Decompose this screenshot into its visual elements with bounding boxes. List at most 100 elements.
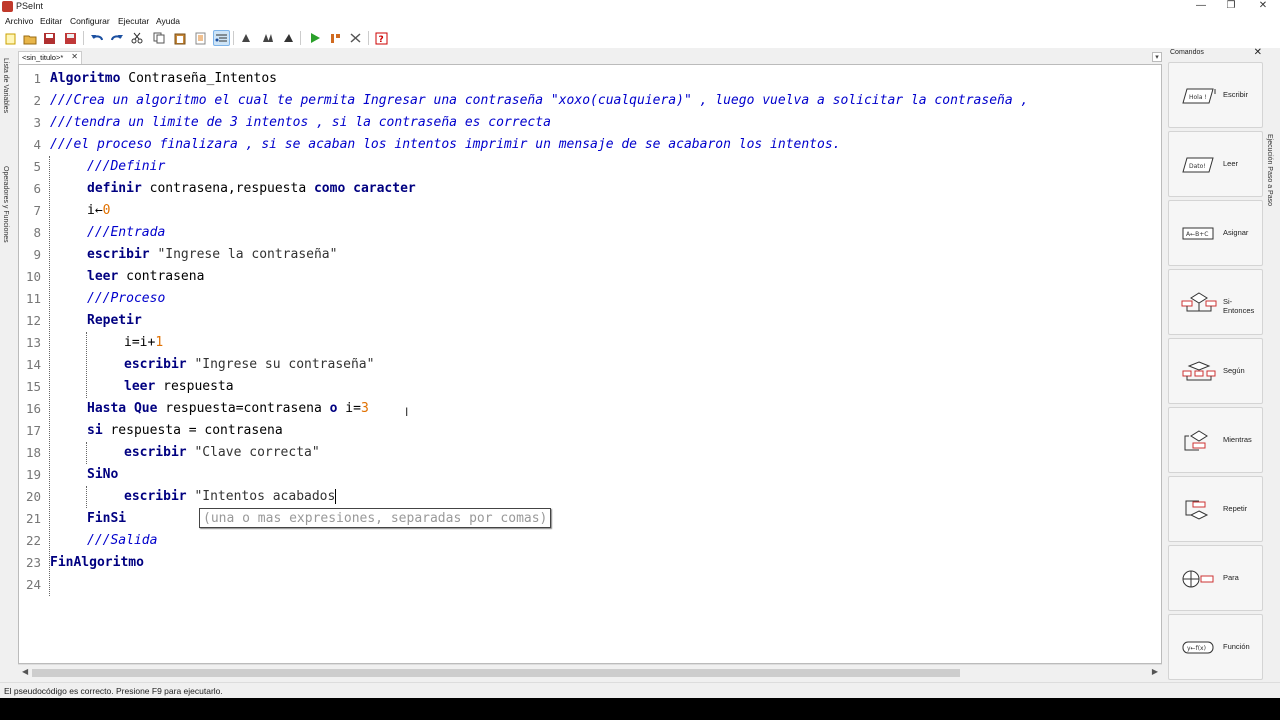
scroll-right-icon[interactable]: ▶	[1152, 667, 1158, 676]
keyword: FinSi	[87, 511, 127, 526]
menu-ayuda[interactable]: Ayuda	[156, 16, 180, 26]
minimize-button[interactable]: —	[1186, 0, 1216, 14]
run-all-icon[interactable]	[280, 30, 297, 46]
line-number: 21	[25, 511, 41, 526]
menu-ejecutar[interactable]: Ejecutar	[118, 16, 149, 26]
svg-text:A←B+C: A←B+C	[1186, 231, 1208, 238]
svg-text:y←f(x): y←f(x)	[1187, 645, 1206, 652]
code-text: i←	[87, 203, 103, 218]
line-number: 4	[33, 137, 41, 152]
commands-panel: Hola ! Escribir Dato! Leer A←B+C Asignar Si-En…	[1168, 60, 1264, 682]
code-line: 24	[19, 574, 1161, 596]
code-text: contrasena,respuesta	[141, 181, 314, 196]
number-literal: 1	[155, 335, 164, 350]
undo-icon[interactable]	[88, 30, 105, 46]
find-icon[interactable]	[192, 30, 209, 46]
string-literal: "Ingrese la contraseña"	[149, 247, 338, 262]
new-file-icon[interactable]	[2, 30, 19, 46]
commands-title: Comandos	[1170, 49, 1204, 56]
code-line: 5 ///Definir	[19, 156, 1161, 178]
side-tab-operators[interactable]: Operadores y Funciones	[2, 166, 9, 243]
horizontal-scrollbar[interactable]: ◀ ▶	[18, 664, 1162, 680]
line-number: 6	[33, 181, 41, 196]
keyword: leer	[87, 269, 119, 284]
window-title: PSeInt	[16, 1, 44, 11]
string-literal: "Intentos acabados	[186, 489, 336, 504]
help-icon[interactable]: ?	[373, 30, 390, 46]
right-side-strip: Ejecución Paso a Paso	[1264, 48, 1280, 697]
menu-configurar[interactable]: Configurar	[70, 16, 110, 26]
command-leer-button[interactable]: Dato! Leer	[1168, 131, 1263, 197]
side-tab-variables[interactable]: Lista de Variables	[2, 58, 9, 113]
code-line: 7 i←0	[19, 200, 1161, 222]
command-repetir-button[interactable]: Repetir	[1168, 476, 1263, 542]
save-icon[interactable]	[41, 30, 58, 46]
side-tab-step-label: Ejecución Paso a Paso	[1266, 134, 1273, 206]
code-line: 13 i=i+1	[19, 332, 1161, 354]
scroll-left-icon[interactable]: ◀	[22, 667, 28, 676]
menu-archivo[interactable]: Archivo	[5, 16, 33, 26]
run-list-icon[interactable]	[259, 30, 276, 46]
number-literal: 3	[360, 401, 369, 416]
close-commands-icon[interactable]: ✕	[1254, 47, 1262, 58]
tab-sin-titulo[interactable]: <sin_titulo>* ✕	[18, 51, 82, 64]
code-text: contrasena	[118, 269, 205, 284]
code-line: 18 escribir "Clave correcta"	[19, 442, 1161, 464]
status-message: El pseudocódigo es correcto. Presione F9…	[4, 686, 223, 696]
line-number: 19	[25, 467, 41, 482]
code-line: 12 Repetir	[19, 310, 1161, 332]
redo-icon[interactable]	[108, 30, 125, 46]
code-line: 1 Algoritmo Contraseña_Intentos	[19, 68, 1161, 90]
maximize-button[interactable]: ❐	[1216, 0, 1246, 14]
paste-icon[interactable]	[171, 30, 188, 46]
run-step-icon[interactable]	[238, 30, 255, 46]
close-tab-icon[interactable]: ✕	[71, 52, 78, 61]
keyword: si	[87, 423, 103, 438]
command-segun-button[interactable]: Según	[1168, 338, 1263, 404]
leer-icon: Dato!	[1181, 154, 1217, 176]
escribir-icon: Hola !	[1181, 85, 1217, 107]
open-file-icon[interactable]	[21, 30, 38, 46]
tab-list-dropdown-icon[interactable]: ▾	[1152, 52, 1162, 62]
tab-label: <sin_titulo>*	[22, 53, 64, 62]
keyword: FinAlgoritmo	[50, 555, 144, 570]
mouse-ibeam-icon: I	[405, 405, 409, 419]
side-tab-step-by-step[interactable]: Ejecución Paso a Paso	[1266, 134, 1273, 206]
copy-icon[interactable]	[150, 30, 167, 46]
code-line: 9 escribir "Ingrese la contraseña"	[19, 244, 1161, 266]
comment: ///Proceso	[87, 291, 166, 306]
line-number: 13	[25, 335, 41, 350]
scrollbar-thumb[interactable]	[32, 669, 960, 677]
command-para-button[interactable]: Para	[1168, 545, 1263, 611]
command-asignar-button[interactable]: A←B+C Asignar	[1168, 200, 1263, 266]
comment: ///Definir	[87, 159, 166, 174]
command-escribir-button[interactable]: Hola ! Escribir	[1168, 62, 1263, 128]
keyword: Repetir	[87, 313, 142, 328]
indent-guide	[86, 442, 87, 464]
text-caret	[335, 489, 337, 504]
title-bar: PSeInt — ❐ ✕	[0, 0, 1280, 14]
cut-icon[interactable]	[128, 30, 145, 46]
debug-icon[interactable]	[327, 30, 344, 46]
status-bar: El pseudocódigo es correcto. Presione F9…	[0, 682, 1280, 698]
line-number: 17	[25, 423, 41, 438]
flowchart-icon[interactable]	[347, 30, 364, 46]
comment: ///Salida	[87, 533, 158, 548]
line-number: 16	[25, 401, 41, 416]
code-line: 16 Hasta Que respuesta=contrasena o i=3	[19, 398, 1161, 420]
code-editor[interactable]: 1 Algoritmo Contraseña_Intentos 2 ///Crea …	[18, 64, 1162, 664]
line-number: 11	[25, 291, 41, 306]
command-mientras-button[interactable]: Mientras	[1168, 407, 1263, 473]
number-literal: 0	[102, 203, 111, 218]
command-funcion-button[interactable]: y←f(x) Función	[1168, 614, 1263, 680]
close-window-button[interactable]: ✕	[1248, 0, 1278, 14]
code-text: i=	[337, 401, 361, 416]
command-si-entonces-button[interactable]: Si-Entonces	[1168, 269, 1263, 335]
save-as-icon[interactable]	[62, 30, 79, 46]
code-line: 20 escribir "Intentos acabados	[19, 486, 1161, 508]
code-line: 10 leer contrasena	[19, 266, 1161, 288]
si-entonces-icon	[1181, 292, 1217, 314]
run-icon[interactable]	[306, 30, 323, 46]
indent-icon[interactable]	[213, 30, 230, 46]
menu-editar[interactable]: Editar	[40, 16, 62, 26]
